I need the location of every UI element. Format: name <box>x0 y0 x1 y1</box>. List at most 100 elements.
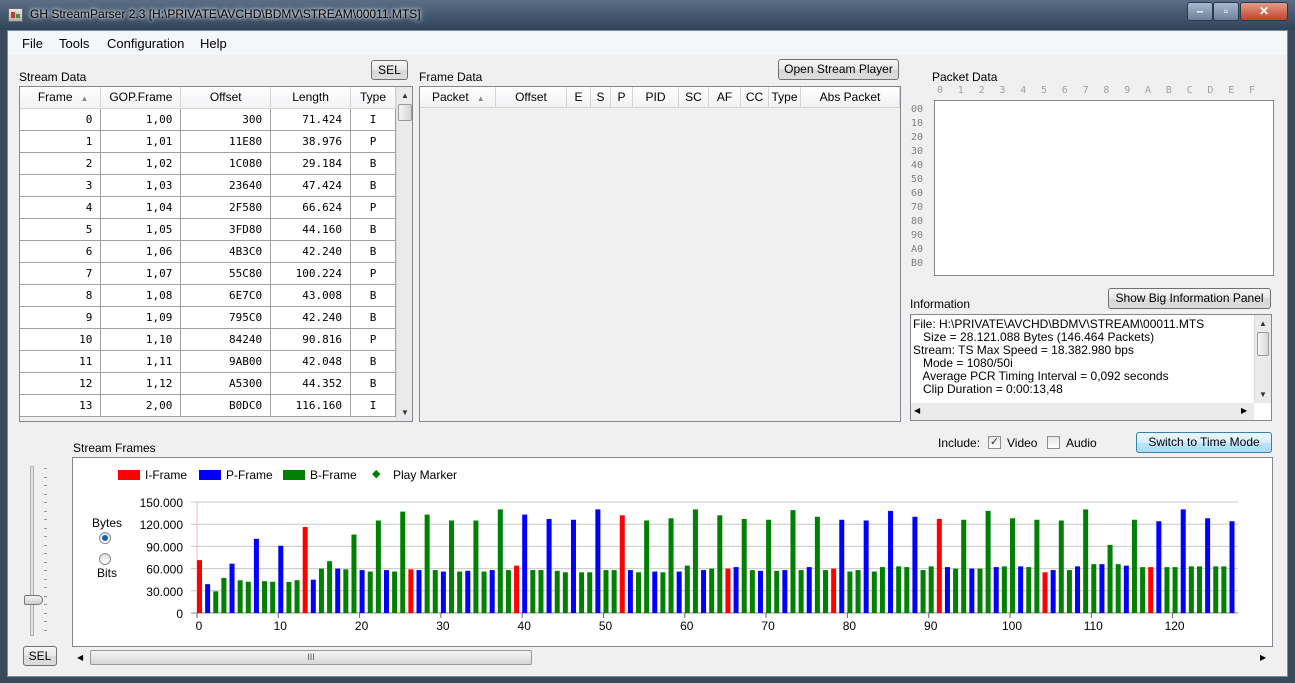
maximize-button[interactable]: ▫ <box>1213 2 1239 21</box>
audio-checkbox[interactable] <box>1047 436 1060 449</box>
scroll-right-icon[interactable]: ▶ <box>1260 653 1266 662</box>
scroll-left-icon[interactable]: ◀ <box>77 653 83 662</box>
scroll-right-icon[interactable]: ▶ <box>1241 406 1247 415</box>
bar-p-frame <box>701 570 707 613</box>
scroll-up-icon[interactable]: ▲ <box>397 87 412 104</box>
bar-b-frame <box>1010 518 1015 613</box>
bar-b-frame <box>294 580 300 613</box>
col-header-s[interactable]: S <box>591 87 611 108</box>
bar-b-frame <box>953 568 959 613</box>
table-row[interactable]: 12 1,12 A5300 44.352 B <box>20 372 396 395</box>
length-cell: 90.816 <box>270 328 352 351</box>
table-row[interactable]: 13 2,00 B0DC0 116.160 I <box>20 394 396 417</box>
switch-to-time-mode-button[interactable]: Switch to Time Mode <box>1136 432 1272 453</box>
col-header-pid[interactable]: PID <box>633 87 679 108</box>
stream-data-scrollbar[interactable]: ▲ ▼ <box>396 87 412 421</box>
col-header-abs-packet[interactable]: Abs Packet <box>801 87 900 108</box>
scroll-thumb[interactable]: III <box>90 650 532 665</box>
scroll-down-icon[interactable]: ▼ <box>397 404 412 421</box>
table-row[interactable]: 6 1,06 4B3C0 42.240 B <box>20 240 396 263</box>
bar-b-frame <box>270 581 276 613</box>
y-tick-label: 30.000 <box>146 585 183 599</box>
col-header-p[interactable]: P <box>611 87 633 108</box>
hex-row-header: 70 <box>911 202 924 213</box>
slider-tick <box>44 604 47 605</box>
bar-b-frame <box>286 581 292 613</box>
slider-tick <box>44 493 47 495</box>
col-header-length[interactable]: Length <box>270 87 352 109</box>
col-header-sc[interactable]: SC <box>679 87 709 108</box>
table-row[interactable]: 0 1,00 300 71.424 I <box>20 108 396 131</box>
table-row[interactable]: 2 1,02 1C080 29.184 B <box>20 152 396 175</box>
col-header-type[interactable]: Type <box>769 87 801 108</box>
stream-frames-chart[interactable]: I-Frame P-Frame B-Frame ◆ Play Marker By… <box>72 457 1273 647</box>
chart-plot-area[interactable]: 150.000 120.000 90.000 60.000 30.000 00 10 20 30… <box>73 458 1272 646</box>
bar-b-frame <box>1188 566 1194 613</box>
show-big-information-panel-button[interactable]: Show Big Information Panel <box>1108 288 1271 309</box>
bar-p-frame <box>782 570 788 613</box>
scroll-down-icon[interactable]: ▼ <box>1255 386 1271 403</box>
bar-b-frame <box>847 571 853 613</box>
menu-file[interactable]: File <box>22 36 43 51</box>
minimize-button[interactable]: – <box>1187 2 1213 21</box>
app-icon[interactable] <box>8 8 23 22</box>
table-row[interactable]: 7 1,07 55C80 100.224 P <box>20 262 396 285</box>
close-button[interactable]: ✕ <box>1240 2 1288 21</box>
chart-horizontal-scrollbar[interactable]: ◀ III ▶ <box>72 648 1273 667</box>
table-row[interactable]: 5 1,05 3FD80 44.160 B <box>20 218 396 241</box>
video-checkbox[interactable]: ✓ <box>988 436 1001 449</box>
bar-b-frame <box>1034 519 1040 613</box>
table-row[interactable]: 3 1,03 23640 47.424 B <box>20 174 396 197</box>
packet-data-view[interactable] <box>934 100 1274 276</box>
col-header-type[interactable]: Type <box>350 87 396 109</box>
col-header-offset[interactable]: Offset <box>496 87 567 108</box>
col-header-cc[interactable]: CC <box>741 87 769 108</box>
scroll-up-icon[interactable]: ▲ <box>1255 315 1271 332</box>
open-stream-player-button[interactable]: Open Stream Player <box>778 59 899 80</box>
bar-p-frame <box>546 519 552 613</box>
bar-p-frame <box>652 571 658 613</box>
col-header-e[interactable]: E <box>567 87 591 108</box>
bar-i-frame <box>725 568 731 613</box>
info-vertical-scrollbar[interactable]: ▲ ▼ <box>1254 315 1271 403</box>
stream-data-header-row: Frame ▲ GOP.Frame Offset Length Type <box>20 87 396 109</box>
menu-help[interactable]: Help <box>200 36 227 51</box>
bar-b-frame <box>692 509 698 613</box>
bar-i-frame <box>1148 567 1154 613</box>
bar-b-frame <box>1140 567 1146 613</box>
bar-b-frame <box>1026 567 1032 613</box>
table-row[interactable]: 1 1,01 11E80 38.976 P <box>20 130 396 153</box>
bar-p-frame <box>733 567 739 613</box>
info-horizontal-scrollbar[interactable]: ◀ ▶ <box>911 403 1254 420</box>
col-header-packet[interactable]: Packet ▲ <box>420 87 496 108</box>
y-tick-label: 60.000 <box>146 563 183 577</box>
table-row[interactable]: 11 1,11 9AB00 42.048 B <box>20 350 396 373</box>
table-row[interactable]: 10 1,10 84240 90.816 P <box>20 328 396 351</box>
col-header-frame[interactable]: Frame ▲ <box>20 87 102 109</box>
menu-tools[interactable]: Tools <box>59 36 89 51</box>
slider-tick <box>44 561 47 563</box>
gop-frame-cell: 1,12 <box>100 372 182 395</box>
offset-cell: B0DC0 <box>180 394 272 417</box>
gop-frame-cell: 1,07 <box>100 262 182 285</box>
table-row[interactable]: 9 1,09 795C0 42.240 B <box>20 306 396 329</box>
zoom-slider-thumb[interactable] <box>24 595 43 605</box>
x-tick-label: 40 <box>518 619 532 633</box>
offset-cell: 795C0 <box>180 306 272 329</box>
type-cell: I <box>350 394 396 417</box>
y-tick-label: 120.000 <box>140 518 184 532</box>
col-header-gop-frame[interactable]: GOP.Frame <box>100 87 182 109</box>
stream-frames-sel-button[interactable]: SEL <box>23 646 57 666</box>
stream-data-sel-button[interactable]: SEL <box>371 60 408 80</box>
information-textbox[interactable]: File: H:\PRIVATE\AVCHD\BDMV\STREAM\00011… <box>910 314 1272 421</box>
menu-configuration[interactable]: Configuration <box>107 36 184 51</box>
scroll-thumb[interactable] <box>398 104 412 121</box>
col-header-offset[interactable]: Offset <box>180 87 272 109</box>
scroll-left-icon[interactable]: ◀ <box>914 406 920 415</box>
bar-p-frame <box>359 570 365 613</box>
table-row[interactable]: 4 1,04 2F580 66.624 P <box>20 196 396 219</box>
scroll-thumb[interactable] <box>1257 332 1269 356</box>
col-header-af[interactable]: AF <box>709 87 741 108</box>
table-row[interactable]: 8 1,08 6E7C0 43.008 B <box>20 284 396 307</box>
zoom-slider-track[interactable] <box>30 466 34 636</box>
